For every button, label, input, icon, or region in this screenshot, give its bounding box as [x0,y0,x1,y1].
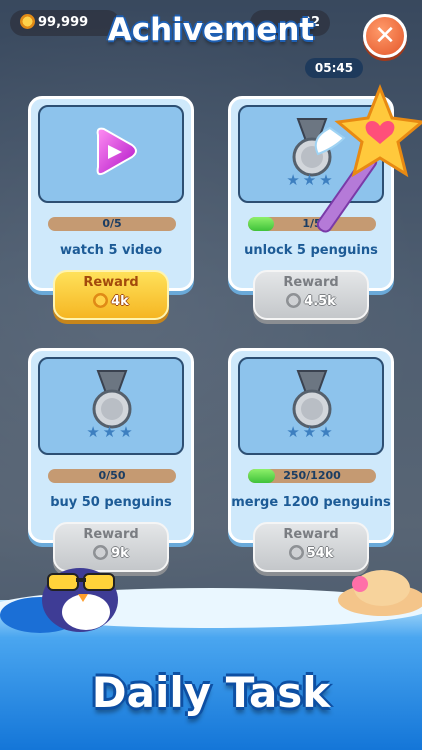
task-progress-bar: 0/5 [48,217,176,231]
coin-icon [93,293,109,308]
reward-amount: 54k [306,546,334,561]
task-image [38,105,184,203]
coin-icon [288,545,304,560]
coin-icon [286,293,302,308]
reward-button-2[interactable]: Reward 4.5k [253,270,369,320]
progress-text: 250/1200 [283,469,341,482]
task-label: merge 1200 penguins [231,495,391,510]
event-timer: 05:45 [305,58,363,78]
play-gem-icon [96,127,137,176]
page-title: Achivement [107,12,315,48]
close-icon: ✕ [374,21,396,51]
achievement-card-4: ★★★ 250/1200 merge 1200 penguins [228,348,394,543]
reward-amount: 4.5k [304,294,336,309]
magic-wand-icon [314,83,422,233]
reward-label: Reward [283,275,339,290]
penguin-mascot [0,568,118,633]
reward-amount: 4k [111,294,129,309]
task-image: ★★★ [238,357,384,455]
task-label: buy 50 penguins [50,495,172,510]
reward-button-1[interactable]: Reward 4k [53,270,169,320]
achievement-card-1: 0/5 watch 5 video [28,96,194,291]
reward-label: Reward [83,275,139,290]
task-label: watch 5 video [59,243,163,258]
task-progress-bar: 0/50 [48,469,176,483]
reward-label: Reward [283,527,339,542]
star-rating: ★★★ [86,423,136,441]
achievement-card-3: ★★★ 0/50 buy 50 penguins [28,348,194,543]
progress-text: 0/5 [102,217,122,230]
footer-title: Daily Task [91,668,331,717]
star-rating: ★★★ [286,423,336,441]
task-progress-bar: 250/1200 [248,469,376,483]
close-button[interactable]: ✕ [363,14,407,58]
task-image: ★★★ [38,357,184,455]
beach-hat-icon [338,570,422,616]
progress-text: 0/50 [98,469,126,482]
